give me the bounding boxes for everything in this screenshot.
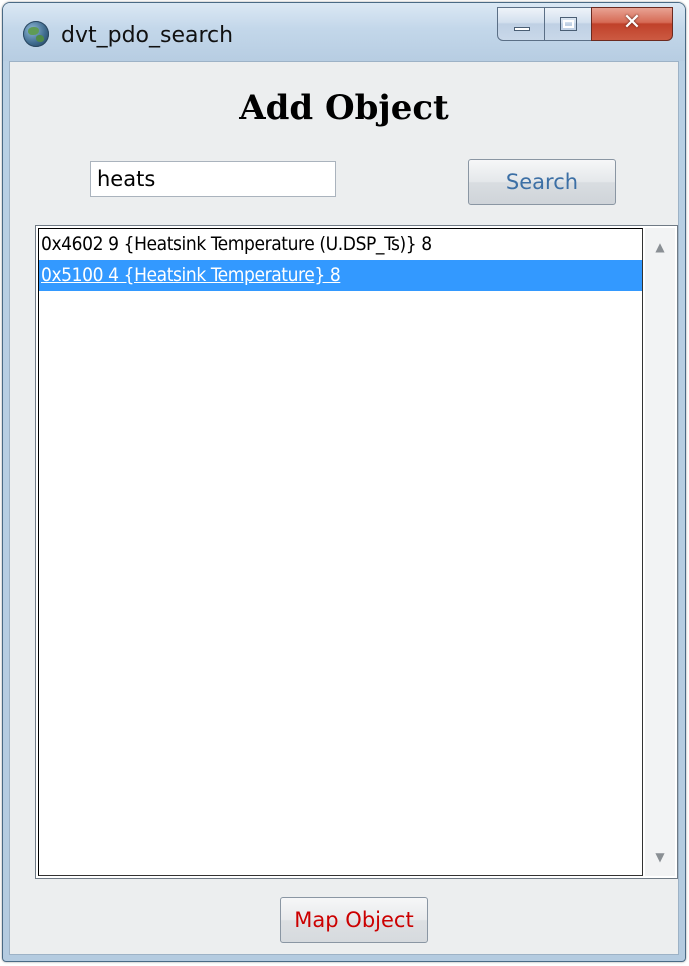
minimize-icon xyxy=(514,27,530,31)
map-object-button[interactable]: Map Object xyxy=(280,897,428,943)
app-window: dvt_pdo_search ✕ Add Object Search 0x460… xyxy=(2,2,686,962)
results-listbox[interactable]: 0x4602 9 {Heatsink Temperature (U.DSP_Ts… xyxy=(35,225,678,879)
scroll-down-icon[interactable]: ▼ xyxy=(645,842,675,872)
maximize-icon xyxy=(560,17,577,31)
minimize-button[interactable] xyxy=(497,7,545,41)
dialog-body: Add Object Search 0x4602 9 {Heatsink Tem… xyxy=(9,61,679,955)
results-list[interactable]: 0x4602 9 {Heatsink Temperature (U.DSP_Ts… xyxy=(38,228,643,876)
maximize-button[interactable] xyxy=(544,7,592,41)
search-input[interactable] xyxy=(90,161,336,197)
list-item-selected[interactable]: 0x5100 4 {Heatsink Temperature} 8 xyxy=(39,260,642,291)
search-button[interactable]: Search xyxy=(468,159,616,205)
list-item[interactable]: 0x4602 9 {Heatsink Temperature (U.DSP_Ts… xyxy=(39,229,642,260)
globe-icon[interactable] xyxy=(23,21,49,47)
page-title: Add Object xyxy=(239,88,449,128)
window-title: dvt_pdo_search xyxy=(61,23,234,48)
title-bar[interactable]: dvt_pdo_search ✕ xyxy=(3,3,685,61)
scroll-up-icon[interactable]: ▲ xyxy=(645,232,675,262)
scrollbar[interactable]: ▲ ▼ xyxy=(645,228,675,876)
close-icon: ✕ xyxy=(622,10,642,35)
close-button[interactable]: ✕ xyxy=(591,7,673,41)
